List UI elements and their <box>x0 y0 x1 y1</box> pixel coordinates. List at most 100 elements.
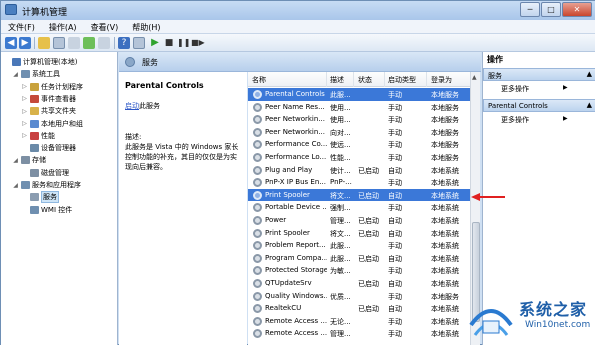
minimize-button[interactable]: ─ <box>520 2 540 17</box>
restart-service-icon[interactable]: ■▶ <box>191 37 205 49</box>
cell-name: Portable Device ... <box>265 203 327 212</box>
expand-arrow-icon[interactable]: ◢ <box>12 71 19 78</box>
tree-item[interactable]: ◢ 系统工具 <box>12 68 60 80</box>
table-row[interactable]: Peer Networkin... 使用... 手动 本地服务 <box>248 113 470 126</box>
expand-arrow-icon[interactable]: ▷ <box>21 95 28 102</box>
column-header-name[interactable]: 名称 <box>252 75 266 85</box>
watermark-logo-icon <box>469 309 513 336</box>
service-title: Parental Controls <box>125 81 204 90</box>
tree-item[interactable]: ▷ 性能 <box>21 130 55 142</box>
tree-item[interactable]: 设备管理器 <box>21 142 76 154</box>
expand-arrow-icon[interactable]: ▷ <box>21 83 28 90</box>
tree-item[interactable]: ▷ 事件查看器 <box>21 93 76 105</box>
properties-icon[interactable] <box>68 37 80 49</box>
tree-item[interactable]: WMI 控件 <box>21 204 72 216</box>
table-row[interactable]: Plug and Play 使计... 已启动 自动 本地系统 <box>248 164 470 177</box>
more-actions-parental[interactable]: 更多操作 ▶ <box>501 115 568 125</box>
cell-desc: 强制... <box>330 204 351 213</box>
start-service-icon[interactable]: ▶ <box>149 37 161 49</box>
tree-item[interactable]: 服务 <box>21 191 59 204</box>
table-row[interactable]: Print Spooler 将文... 已启动 自动 本地系统 <box>248 188 470 202</box>
maximize-button[interactable]: □ <box>541 2 561 17</box>
cell-logon: 本地系统 <box>431 242 459 251</box>
table-row[interactable]: Power 管理... 已启动 自动 本地系统 <box>248 214 470 227</box>
collapse-icon[interactable]: ▲ <box>587 70 592 78</box>
cell-name: Quality Windows... <box>265 291 327 300</box>
tree-item[interactable]: ▷ 任务计划程序 <box>21 81 83 93</box>
expand-arrow-icon[interactable]: ▷ <box>21 132 28 139</box>
more-actions-services[interactable]: 更多操作 ▶ <box>501 84 568 94</box>
tree-item[interactable]: 计算机管理(本地) <box>3 56 77 68</box>
service-gear-icon <box>253 153 262 162</box>
cell-desc: 将文... <box>330 191 351 200</box>
table-row[interactable]: QTUpdateSrv 已启动 自动 本地系统 <box>248 277 470 290</box>
actions-section-parental-controls[interactable]: Parental Controls ▲ <box>483 99 595 112</box>
column-header-status[interactable]: 状态 <box>358 75 372 85</box>
refresh-icon[interactable] <box>83 37 95 49</box>
menu-view[interactable]: 查看(V) <box>84 20 126 33</box>
tree-item[interactable]: ▷ 本地用户和组 <box>21 118 83 130</box>
start-service-link[interactable]: 启动 <box>125 102 139 110</box>
table-row[interactable]: Quality Windows... 优质... 手动 本地服务 <box>248 290 470 303</box>
cell-start: 自动 <box>388 305 402 314</box>
actions-section-services[interactable]: 服务 ▲ <box>483 68 595 81</box>
table-row[interactable]: Peer Name Res... 使用... 手动 本地服务 <box>248 101 470 114</box>
pause-service-icon[interactable]: ❚❚ <box>177 37 190 49</box>
services-list: 名称 描述 状态 启动类型 登录为 Parental Controls 此服...… <box>248 72 470 345</box>
table-row[interactable]: Problem Report... 此服... 手动 本地系统 <box>248 239 470 252</box>
tree-item[interactable]: ▷ 共享文件夹 <box>21 105 76 117</box>
cell-name: Print Spooler <box>265 228 310 237</box>
cell-desc: PnP-... <box>330 178 352 187</box>
column-header-logon[interactable]: 登录为 <box>431 75 452 85</box>
table-row[interactable]: Peer Networkin... 向对... 手动 本地服务 <box>248 126 470 139</box>
export-list-icon[interactable] <box>98 37 110 49</box>
cell-desc: 此服... <box>330 91 351 99</box>
expand-arrow-icon[interactable]: ◢ <box>12 157 19 164</box>
cell-name: Parental Controls <box>265 90 325 98</box>
navigation-tree: 计算机管理(本地) ◢ 系统工具 ▷ 任务计划程序 ▷ 事件查看器 ▷ 共享文件夹 ▷ 本地用户和组… <box>1 52 118 345</box>
column-header-row: 名称 描述 状态 启动类型 登录为 <box>248 72 470 87</box>
cell-start: 手动 <box>388 292 402 301</box>
table-row[interactable]: Performance Lo... 性能... 手动 本地服务 <box>248 151 470 164</box>
table-row[interactable]: Program Compa... 此服... 已启动 自动 本地系统 <box>248 252 470 265</box>
tree-item-label: WMI 控件 <box>41 205 73 214</box>
table-row[interactable]: PnP-X IP Bus En... PnP-... 手动 本地系统 <box>248 176 470 189</box>
expand-arrow-icon[interactable]: ◢ <box>12 182 19 189</box>
column-header-startup-type[interactable]: 启动类型 <box>388 75 416 85</box>
table-row[interactable]: Protected Storage 为敏... 手动 本地系统 <box>248 264 470 277</box>
tree-node-icon <box>30 119 39 128</box>
expand-arrow-icon[interactable]: ▷ <box>21 108 28 115</box>
close-button[interactable]: ✕ <box>562 2 592 17</box>
cell-logon: 本地系统 <box>431 204 459 213</box>
tree-item[interactable]: 磁盘管理 <box>21 167 69 179</box>
column-header-description[interactable]: 描述 <box>330 75 344 85</box>
tree-item-label: 事件查看器 <box>41 94 76 103</box>
menu-file[interactable]: 文件(F) <box>1 20 42 33</box>
up-folder-icon[interactable] <box>38 37 50 49</box>
scroll-up-icon[interactable]: ▲ <box>472 74 477 81</box>
cell-status: 已启动 <box>358 305 379 314</box>
help-icon[interactable]: ? <box>118 37 130 49</box>
service-gear-icon <box>253 329 262 339</box>
table-row[interactable]: Remote Access ... 无论... 手动 本地系统 <box>248 315 470 328</box>
table-row[interactable]: Print Spooler 将文... 已启动 自动 本地系统 <box>248 227 470 240</box>
forward-icon[interactable]: ▶ <box>19 37 31 49</box>
expand-arrow-icon[interactable]: ▷ <box>21 120 28 127</box>
cell-start: 手动 <box>388 204 402 213</box>
cell-status: 已启动 <box>358 254 379 263</box>
table-row[interactable]: Performance Co... 使远... 手动 本地服务 <box>248 138 470 151</box>
table-row[interactable]: RealtekCU 已启动 自动 本地系统 <box>248 302 470 315</box>
more-actions-label: 更多操作 <box>501 85 529 93</box>
collapse-icon[interactable]: ▲ <box>587 101 592 109</box>
menu-action[interactable]: 操作(A) <box>42 20 84 33</box>
show-hide-tree-icon[interactable] <box>53 37 65 49</box>
back-icon[interactable]: ◀ <box>5 37 17 49</box>
view-icon[interactable] <box>133 37 145 49</box>
table-row[interactable]: Parental Controls 此服... 手动 本地服务 <box>248 88 470 101</box>
table-row[interactable]: Remote Access ... 管理... 手动 本地系统 <box>248 327 470 340</box>
stop-service-icon[interactable]: ■ <box>163 37 175 49</box>
table-row[interactable]: Portable Device ... 强制... 手动 本地系统 <box>248 201 470 214</box>
tree-item[interactable]: ◢ 存储 <box>12 154 46 166</box>
tree-item[interactable]: ◢ 服务和应用程序 <box>12 179 81 191</box>
menu-help[interactable]: 帮助(H) <box>125 20 167 33</box>
